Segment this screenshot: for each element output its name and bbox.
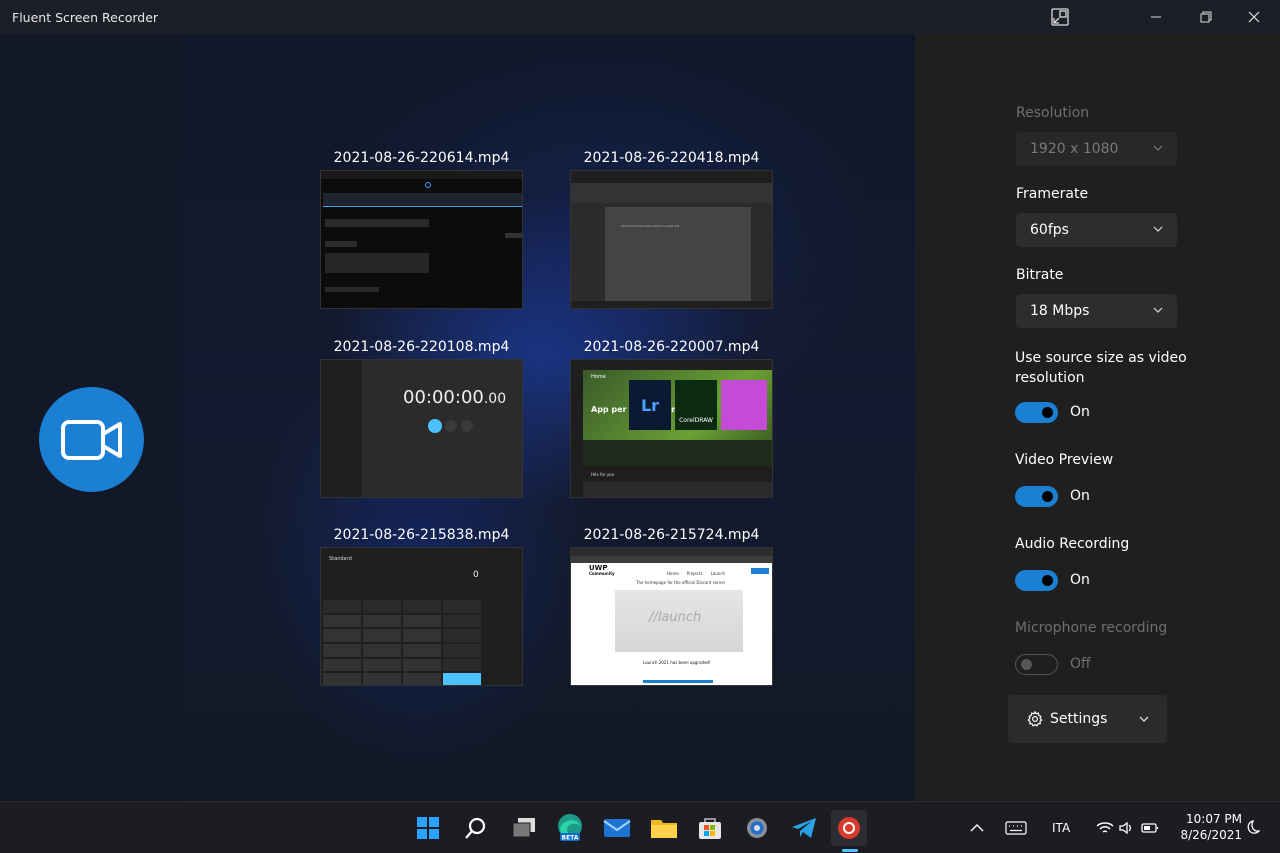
focus-assist-button[interactable]: [1240, 810, 1264, 846]
framerate-dropdown[interactable]: 60fps: [1016, 213, 1177, 247]
clock-time: 10:07 PM: [1186, 812, 1242, 826]
task-view-icon: [512, 818, 535, 838]
record-button[interactable]: [39, 387, 144, 492]
edge-beta-button[interactable]: BETA: [552, 810, 588, 846]
title-bar: Fluent Screen Recorder: [0, 0, 1280, 34]
bitrate-dropdown[interactable]: 18 Mbps: [1016, 294, 1177, 328]
document-text: Word document Recorded in a test doc: [621, 224, 680, 228]
microphone-label: Microphone recording: [1015, 620, 1168, 636]
telegram-button[interactable]: [786, 810, 822, 846]
settings-button-label: Settings: [1050, 711, 1108, 727]
video-preview-label: Video Preview: [1015, 452, 1114, 468]
settings-app-button[interactable]: [739, 810, 775, 846]
battery-icon: [1140, 823, 1158, 833]
resolution-label: Resolution: [1016, 105, 1090, 121]
chevron-down-icon: [1139, 716, 1149, 722]
video-camera-icon: [60, 419, 122, 460]
minimize-icon: [1151, 16, 1161, 18]
recording-filename: 2021-08-26-220108.mp4: [333, 339, 510, 355]
recording-filename: 2021-08-26-220007.mp4: [583, 339, 760, 355]
search-button[interactable]: [458, 810, 494, 846]
audio-recording-label: Audio Recording: [1015, 536, 1130, 552]
folder-icon: [651, 820, 677, 838]
start-button[interactable]: [410, 810, 446, 846]
svg-text:BETA: BETA: [562, 835, 579, 842]
search-icon: [465, 817, 486, 839]
volume-icon: [1118, 821, 1131, 835]
gear-icon: [1027, 710, 1043, 727]
clock-date: 8/26/2021: [1180, 828, 1242, 842]
clock[interactable]: 10:07 PM 8/26/2021: [1170, 812, 1242, 842]
recording-thumbnail[interactable]: [320, 170, 523, 309]
wifi-icon: [1096, 822, 1113, 833]
compact-overlay-icon: [1051, 8, 1069, 26]
moon-icon: [1247, 820, 1260, 834]
taskbar: BETA ITA 10:07 PM 8/26/2021: [0, 801, 1280, 853]
chevron-down-icon: [1153, 226, 1163, 232]
edge-beta-icon: BETA: [558, 814, 582, 842]
stopwatch-time: 00:00:00.00: [403, 387, 507, 408]
quick-settings-button[interactable]: [1090, 810, 1164, 846]
mail-button[interactable]: [599, 810, 635, 846]
video-preview-state: On: [1070, 488, 1090, 504]
gear-icon: [747, 818, 767, 838]
windows-start-icon: [417, 817, 439, 839]
audio-recording-toggle[interactable]: [1015, 570, 1058, 591]
app-title: Fluent Screen Recorder: [12, 9, 159, 25]
recording-filename: 2021-08-26-220418.mp4: [583, 150, 760, 166]
recording-thumbnail[interactable]: 00:00:00.00: [320, 359, 523, 498]
touch-keyboard-button[interactable]: [1000, 810, 1032, 846]
resolution-dropdown[interactable]: 1920 x 1080: [1016, 132, 1177, 166]
keyboard-icon: [1005, 821, 1027, 835]
minimize-button[interactable]: [1133, 0, 1179, 34]
settings-button[interactable]: Settings: [1008, 695, 1167, 743]
file-explorer-button[interactable]: [646, 810, 682, 846]
store-button[interactable]: [692, 810, 728, 846]
recording-filename: 2021-08-26-220614.mp4: [333, 150, 510, 166]
recording-filename: 2021-08-26-215838.mp4: [333, 527, 510, 543]
show-hidden-icons-button[interactable]: [962, 810, 992, 846]
framerate-label: Framerate: [1016, 186, 1089, 202]
recording-thumbnail[interactable]: Home App per professionisti Lr CorelDRAW…: [570, 359, 773, 498]
source-size-toggle[interactable]: [1015, 402, 1058, 423]
microphone-toggle[interactable]: [1015, 654, 1058, 675]
chevron-up-icon: [970, 824, 984, 832]
recording-thumbnail[interactable]: Standard 0: [320, 547, 523, 686]
chevron-down-icon: [1153, 145, 1163, 151]
recording-thumbnail[interactable]: UWP Community Home Projects Launch The h…: [570, 547, 773, 686]
restore-button[interactable]: [1183, 0, 1229, 34]
close-button[interactable]: [1231, 0, 1277, 34]
video-preview-toggle[interactable]: [1015, 486, 1058, 507]
recording-filename: 2021-08-26-215724.mp4: [583, 527, 760, 543]
restore-icon: [1200, 11, 1212, 23]
source-size-label: Use source size as video resolution: [1015, 350, 1187, 386]
active-app-indicator: [842, 849, 858, 852]
compact-overlay-button[interactable]: [1037, 0, 1083, 34]
telegram-icon: [792, 818, 816, 838]
store-icon: [699, 818, 721, 839]
mail-icon: [603, 819, 631, 837]
bitrate-label: Bitrate: [1016, 267, 1064, 283]
recording-thumbnail[interactable]: Word document Recorded in a test doc: [570, 170, 773, 309]
task-view-button[interactable]: [506, 810, 542, 846]
input-language[interactable]: ITA: [1052, 821, 1070, 835]
record-icon: [838, 817, 860, 839]
microphone-state: Off: [1070, 656, 1091, 672]
fluent-recorder-taskbar-button[interactable]: [831, 810, 867, 846]
chevron-down-icon: [1153, 307, 1163, 313]
source-size-state: On: [1070, 404, 1090, 420]
audio-recording-state: On: [1070, 572, 1090, 588]
close-icon: [1248, 11, 1260, 23]
